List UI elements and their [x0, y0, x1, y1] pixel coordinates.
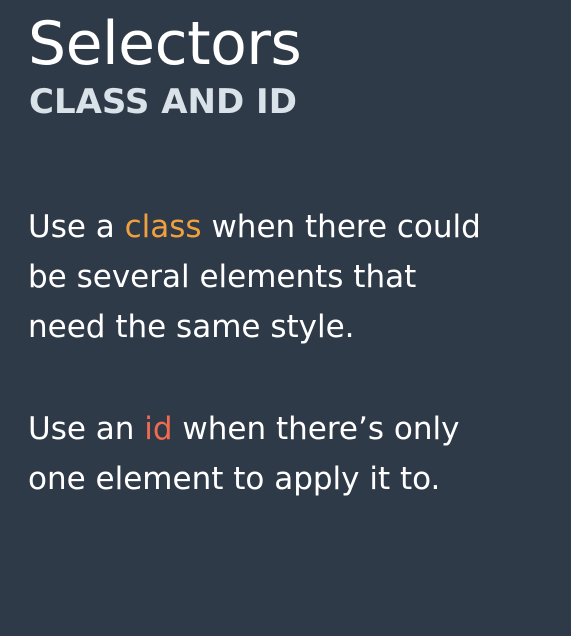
slide-subtitle: CLASS AND ID — [29, 82, 297, 122]
class-keyword: class — [124, 209, 202, 245]
selectors-slide: Selectors CLASS AND ID Use a class when … — [0, 0, 571, 636]
id-usage-prefix: Use an — [28, 411, 145, 447]
class-usage-line-2: be several elements that — [28, 259, 417, 295]
id-keyword: id — [144, 411, 173, 447]
id-usage-line-2: one element to apply it to. — [28, 461, 441, 497]
class-usage-suffix: when there could — [201, 209, 481, 245]
class-usage-line-1: Use a class when there could — [28, 202, 548, 252]
class-usage-paragraph: Use a class when there could be several … — [28, 202, 548, 352]
id-usage-line-1: Use an id when there’s only — [28, 404, 548, 454]
slide-title: Selectors — [28, 9, 302, 79]
class-usage-prefix: Use a — [28, 209, 125, 245]
id-usage-paragraph: Use an id when there’s only one element … — [28, 404, 548, 504]
id-usage-suffix: when there’s only — [172, 411, 460, 447]
class-usage-line-3: need the same style. — [28, 309, 355, 345]
